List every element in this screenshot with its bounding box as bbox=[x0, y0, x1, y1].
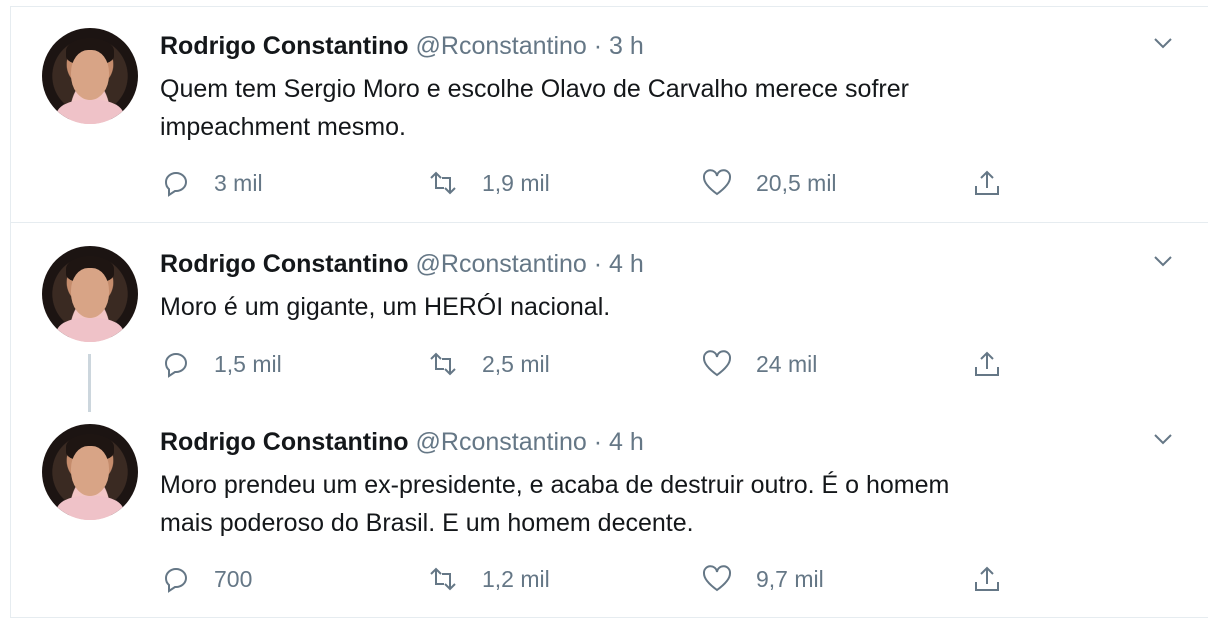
retweet-count: 2,5 mil bbox=[482, 350, 550, 377]
reply-count: 1,5 mil bbox=[214, 350, 282, 377]
share-icon bbox=[975, 351, 999, 376]
share-icon bbox=[975, 170, 999, 195]
retweet-button[interactable]: 2,5 mil bbox=[428, 347, 550, 381]
avatar[interactable] bbox=[42, 424, 138, 520]
tweet-text-line: mais poderoso do Brasil. E um homem dece… bbox=[160, 509, 694, 537]
retweet-button[interactable]: 1,9 mil bbox=[428, 166, 550, 200]
like-button[interactable]: 9,7 mil bbox=[702, 562, 824, 596]
retweet-icon bbox=[430, 567, 456, 591]
share-button[interactable] bbox=[972, 166, 1026, 200]
retweet-count: 1,9 mil bbox=[482, 169, 550, 196]
reply-count: 3 mil bbox=[214, 169, 263, 196]
avatar-shirt bbox=[56, 496, 124, 520]
author-name[interactable]: Rodrigo Constantino bbox=[160, 250, 409, 278]
retweet-button[interactable]: 1,2 mil bbox=[428, 562, 550, 596]
author-name[interactable]: Rodrigo Constantino bbox=[160, 428, 409, 456]
thread-connector-line bbox=[88, 354, 91, 412]
tweet-text: Moro prendeu um ex-presidente, e acaba d… bbox=[160, 466, 1160, 542]
share-button[interactable] bbox=[972, 347, 1026, 381]
like-count: 24 mil bbox=[756, 350, 818, 377]
heart-icon bbox=[702, 565, 732, 592]
avatar-face bbox=[71, 268, 109, 318]
author-handle-time[interactable]: @Rconstantino · 4 h bbox=[416, 250, 644, 278]
retweet-count: 1,2 mil bbox=[482, 565, 550, 592]
tweet-text-line: Moro é um gigante, um HERÓI nacional. bbox=[160, 293, 611, 321]
like-button[interactable]: 20,5 mil bbox=[702, 166, 837, 200]
share-icon bbox=[975, 566, 999, 591]
avatar-face bbox=[71, 446, 109, 496]
reply-count: 700 bbox=[214, 565, 253, 592]
tweet-text-line: Moro prendeu um ex-presidente, e acaba d… bbox=[160, 471, 950, 499]
tweet-header: Rodrigo Constantino @Rconstantino · 4 h bbox=[160, 250, 644, 279]
retweet-icon bbox=[430, 352, 456, 376]
retweet-icon bbox=[430, 171, 456, 195]
tweet-text-line: impeachment mesmo. bbox=[160, 113, 406, 141]
avatar-shirt bbox=[56, 100, 124, 124]
reply-icon bbox=[165, 568, 187, 593]
like-count: 9,7 mil bbox=[756, 565, 824, 592]
tweet-header: Rodrigo Constantino @Rconstantino · 3 h bbox=[160, 32, 644, 61]
avatar-shirt bbox=[56, 318, 124, 342]
reply-icon bbox=[165, 353, 187, 378]
reply-button[interactable]: 1,5 mil bbox=[160, 347, 282, 381]
reply-icon bbox=[165, 172, 187, 197]
tweet-actions: 700 1,2 mil 9,7 mil bbox=[160, 562, 1060, 596]
tweet-header: Rodrigo Constantino @Rconstantino · 4 h bbox=[160, 428, 644, 457]
avatar-face bbox=[71, 50, 109, 100]
tweet-text-line: Quem tem Sergio Moro e escolhe Olavo de … bbox=[160, 75, 909, 103]
chevron-down-icon[interactable] bbox=[1152, 250, 1174, 272]
tweet-actions: 3 mil 1,9 mil 20,5 mil bbox=[160, 166, 1060, 200]
avatar[interactable] bbox=[42, 246, 138, 342]
heart-icon bbox=[702, 350, 732, 377]
author-name[interactable]: Rodrigo Constantino bbox=[160, 32, 409, 60]
tweet-separator bbox=[10, 222, 1208, 223]
author-handle-time[interactable]: @Rconstantino · 4 h bbox=[416, 428, 644, 456]
reply-button[interactable]: 3 mil bbox=[160, 166, 263, 200]
like-count: 20,5 mil bbox=[756, 169, 837, 196]
chevron-down-icon[interactable] bbox=[1152, 32, 1174, 54]
share-button[interactable] bbox=[972, 562, 1026, 596]
tweet-actions: 1,5 mil 2,5 mil 24 mil bbox=[160, 347, 1060, 381]
author-handle-time[interactable]: @Rconstantino · 3 h bbox=[416, 32, 644, 60]
reply-button[interactable]: 700 bbox=[160, 562, 252, 596]
heart-icon bbox=[702, 169, 732, 196]
avatar[interactable] bbox=[42, 28, 138, 124]
like-button[interactable]: 24 mil bbox=[702, 347, 817, 381]
tweet-text: Quem tem Sergio Moro e escolhe Olavo de … bbox=[160, 70, 1160, 146]
tweet-text: Moro é um gigante, um HERÓI nacional. bbox=[160, 288, 1160, 326]
chevron-down-icon[interactable] bbox=[1152, 428, 1174, 450]
